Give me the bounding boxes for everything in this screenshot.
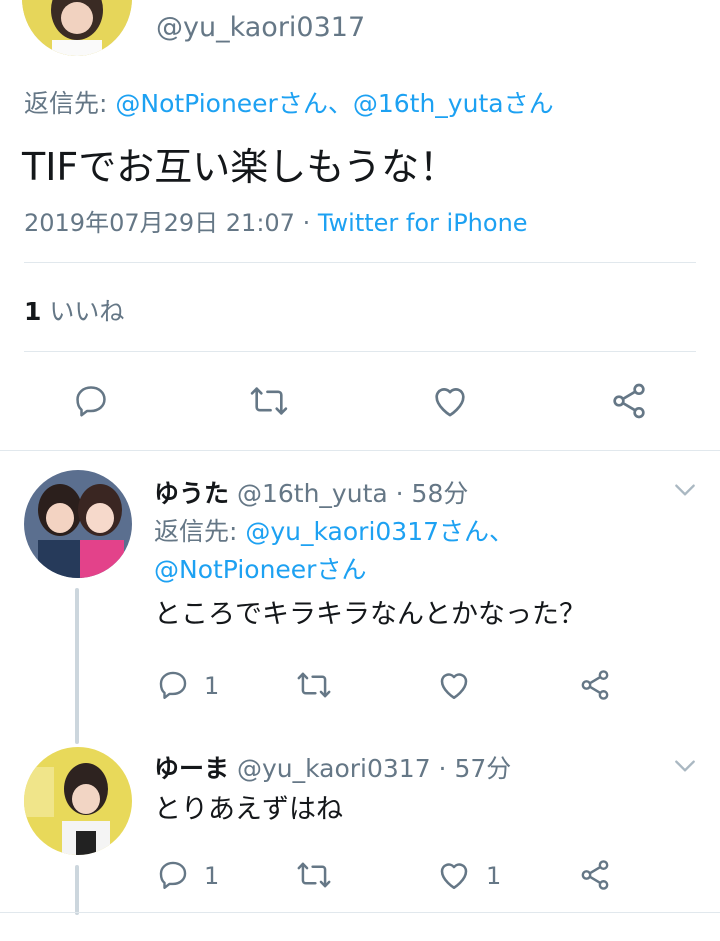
reply-1-reply-count: 1 bbox=[204, 672, 220, 700]
avatar-image bbox=[24, 747, 132, 855]
reply-2-reply-icon[interactable] bbox=[156, 858, 190, 892]
divider-bottom bbox=[0, 912, 720, 913]
reply-1-text: ところでキラキラなんとかなった？ bbox=[154, 599, 586, 630]
avatar-image bbox=[22, 0, 132, 56]
reply-2-share-icon[interactable] bbox=[578, 858, 612, 892]
reply-1-avatar[interactable] bbox=[24, 470, 132, 578]
reply-2-dot: · bbox=[430, 754, 455, 783]
tweet-source[interactable]: Twitter for iPhone bbox=[318, 209, 528, 237]
likes-label: いいね bbox=[49, 297, 125, 326]
reply-2-like-icon[interactable] bbox=[436, 857, 472, 893]
tweet-datetime[interactable]: 2019年07月29日 21:07 bbox=[24, 209, 295, 237]
reply-1-like-icon[interactable] bbox=[436, 667, 472, 703]
main-avatar[interactable] bbox=[22, 0, 132, 56]
reply-2-time[interactable]: 57分 bbox=[454, 754, 511, 783]
reply-1-name[interactable]: ゆうた bbox=[154, 479, 229, 508]
likes-summary[interactable]: 1 いいね bbox=[24, 292, 124, 328]
reply-to-line: 返信先: @NotPioneerさん、@16th_yutaさん bbox=[24, 84, 554, 120]
reply-2-reply-count: 1 bbox=[204, 862, 220, 890]
reply-2-avatar[interactable] bbox=[24, 747, 132, 855]
reply-mention-16th-yuta[interactable]: @16th_yutaさん bbox=[353, 89, 554, 118]
reply-2-header: ゆーま @yu_kaori0317 · 57分 bbox=[154, 749, 511, 785]
retweet-icon[interactable] bbox=[249, 382, 289, 420]
thread-line-2 bbox=[75, 865, 79, 915]
reply-1-mention-yu-kaori[interactable]: @yu_kaori0317さん、 bbox=[245, 517, 514, 546]
divider-3 bbox=[0, 450, 720, 451]
reply-1-mention-notpioneer[interactable]: @NotPioneerさん bbox=[154, 555, 366, 584]
like-icon[interactable] bbox=[429, 381, 471, 421]
reply-mention-notpioneer[interactable]: @NotPioneerさん bbox=[115, 89, 327, 118]
divider-2 bbox=[24, 351, 696, 352]
reply-icon[interactable] bbox=[72, 382, 110, 420]
reply-1-reply-icon[interactable] bbox=[156, 668, 190, 702]
meta-dot: · bbox=[294, 209, 318, 237]
reply-2-text: とりあえずはね bbox=[154, 794, 343, 825]
main-tweet-text: TIFでお互い楽しもうな！ bbox=[22, 145, 458, 189]
reply-2-retweet-icon[interactable] bbox=[296, 858, 332, 892]
tweet-meta: 2019年07月29日 21:07 · Twitter for iPhone bbox=[24, 203, 528, 238]
reply-1-reply-prefix: 返信先: bbox=[154, 517, 246, 546]
reply-2-like-count: 1 bbox=[486, 862, 502, 890]
reply-1-chevron-down-icon[interactable] bbox=[672, 480, 698, 500]
reply-prefix: 返信先: bbox=[24, 89, 116, 118]
divider-1 bbox=[24, 262, 696, 263]
reply-2-name[interactable]: ゆーま bbox=[154, 754, 229, 783]
main-handle[interactable]: @yu_kaori0317 bbox=[156, 12, 365, 43]
reply-2-handle[interactable]: @yu_kaori0317 bbox=[237, 754, 431, 783]
reply-2-chevron-down-icon[interactable] bbox=[672, 756, 698, 776]
reply-1-handle[interactable]: @16th_yuta bbox=[237, 479, 388, 508]
reply-1-dot: · bbox=[387, 479, 412, 508]
reply-1-header: ゆうた @16th_yuta · 58分 bbox=[154, 474, 468, 510]
reply-1-reply-to: 返信先: @yu_kaori0317さん、 @NotPioneerさん bbox=[154, 513, 654, 589]
thread-line-1 bbox=[75, 588, 79, 744]
likes-count: 1 bbox=[24, 297, 42, 326]
reply-separator: 、 bbox=[327, 89, 353, 118]
reply-1-time[interactable]: 58分 bbox=[412, 479, 469, 508]
reply-1-retweet-icon[interactable] bbox=[296, 668, 332, 702]
reply-1-share-icon[interactable] bbox=[578, 668, 612, 702]
avatar-image bbox=[24, 470, 132, 578]
share-icon[interactable] bbox=[609, 381, 649, 421]
